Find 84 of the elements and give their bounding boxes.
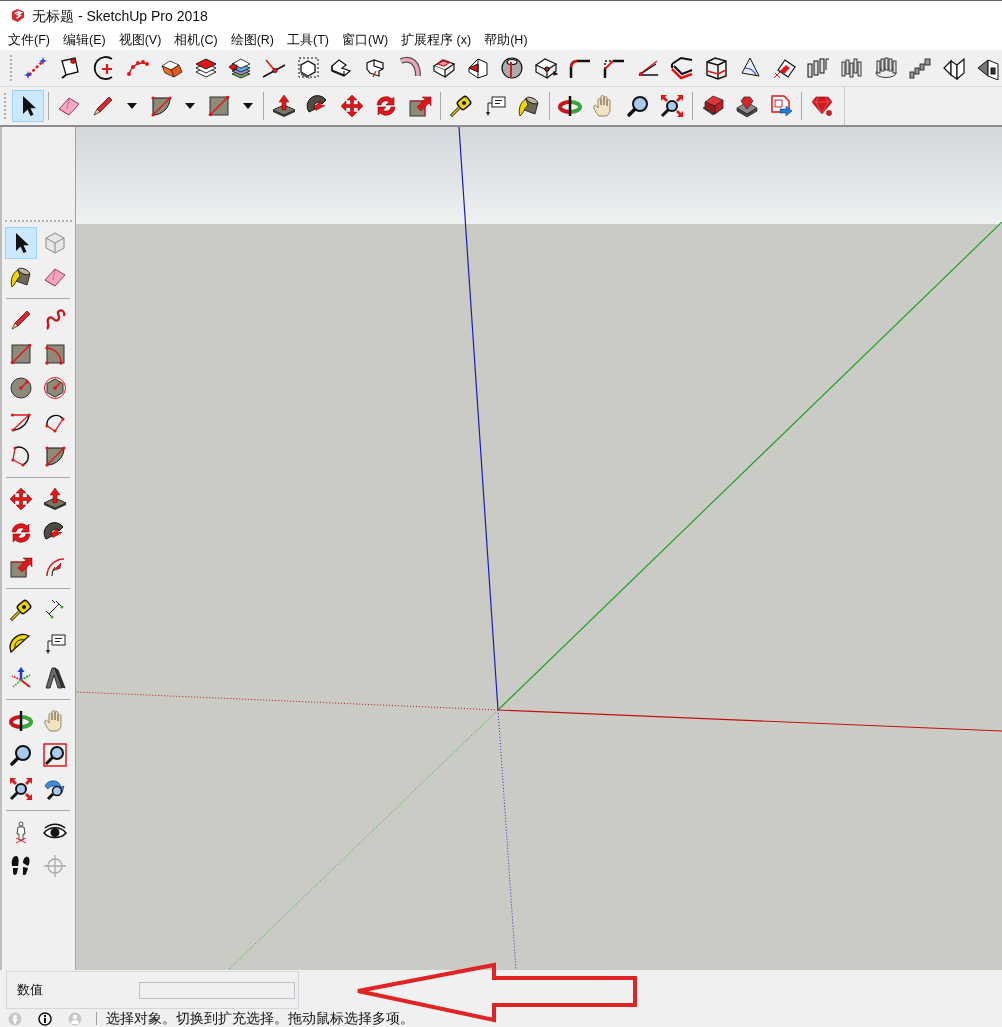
axes-icon	[9, 666, 33, 690]
paint-bucket-icon	[9, 265, 33, 289]
ring-pole-icon	[558, 94, 582, 118]
callout-box-icon	[483, 94, 507, 118]
tool-button[interactable]	[5, 227, 37, 259]
column-grid-icon	[840, 56, 864, 80]
pin-circle-icon	[8, 1011, 22, 1026]
paint-bucket-icon	[517, 94, 541, 118]
toolbar-grip[interactable]	[5, 220, 72, 223]
rotate-arrows-icon	[9, 521, 33, 545]
gem-on-base-icon	[735, 94, 759, 118]
menu-item[interactable]: 编辑(E)	[59, 31, 109, 49]
magnifier-frame-icon	[43, 743, 67, 767]
tape-measure-icon	[449, 94, 473, 118]
caret-down-icon	[185, 103, 195, 109]
extruded-prism-icon	[43, 666, 67, 690]
wedge-icon	[466, 56, 490, 80]
box-edge-icon	[976, 56, 1000, 80]
box-on-base-icon	[701, 94, 725, 118]
menu-item[interactable]: 相机(C)	[171, 31, 221, 49]
status-text: 选择对象。切换到扩充选择。拖动鼠标选择多项。	[106, 1010, 414, 1027]
pencil-icon	[91, 94, 115, 118]
sail-icon	[738, 56, 762, 80]
cube-dot-icon	[534, 56, 558, 80]
square-diagonal-arrow-icon	[9, 555, 33, 579]
menu-item[interactable]: 扩展程序 (x)	[398, 31, 475, 49]
menu-item[interactable]: 绘图(R)	[227, 31, 278, 49]
sphere-icon	[500, 56, 524, 80]
tilted-page-icon	[58, 56, 82, 80]
rectangle-icon	[207, 94, 231, 118]
toolbar-grip[interactable]	[10, 55, 13, 81]
magnifier-curved-arrow-icon	[43, 777, 67, 801]
measurements-field[interactable]	[139, 981, 295, 999]
circle-icon	[9, 376, 33, 400]
magnifier-icon	[9, 743, 33, 767]
column-ring-icon	[874, 56, 898, 80]
dashed-line-stars-icon	[24, 56, 48, 80]
arc-icon	[9, 410, 33, 434]
user-circle-icon	[68, 1011, 82, 1026]
colored-layers-icon	[228, 56, 252, 80]
tool-button[interactable]	[12, 90, 44, 122]
box-outline-icon	[432, 56, 456, 80]
rectangle-arc-icon	[43, 342, 67, 366]
caret-down-icon	[127, 103, 137, 109]
rotate-arrows-icon	[374, 94, 398, 118]
menu-item[interactable]: 帮助(H)	[481, 31, 531, 49]
pie-icon	[149, 94, 173, 118]
menu-item[interactable]: 工具(T)	[284, 31, 332, 49]
offset-edge-icon	[670, 56, 694, 80]
folded-sheet-icon	[942, 56, 966, 80]
callout-box-icon	[43, 632, 67, 656]
offset-arcs-icon	[43, 555, 67, 579]
slab-up-arrow-icon	[43, 487, 67, 511]
pie-icon	[43, 444, 67, 468]
caret-down-icon	[243, 103, 253, 109]
stair-blocks-icon	[908, 56, 932, 80]
four-arrows-icon	[9, 487, 33, 511]
four-arrows-icon	[340, 94, 364, 118]
gem-dot-icon	[810, 94, 834, 118]
window-title: 无标题 - SketchUp Pro 2018	[32, 6, 208, 25]
slab-up-arrow-icon	[272, 94, 296, 118]
rectangle-icon	[9, 342, 33, 366]
square-diagonal-arrow-icon	[408, 94, 432, 118]
crosshair-circle-icon	[43, 854, 67, 878]
polygon-icon	[43, 376, 67, 400]
layer-stack-icon	[194, 56, 218, 80]
cube-outline-icon	[43, 231, 67, 255]
measurements-label: 数值	[17, 982, 43, 998]
frame-box-icon	[704, 56, 728, 80]
menu-item[interactable]: 视图(V)	[115, 31, 165, 49]
menu-item[interactable]: 文件(F)	[5, 31, 53, 49]
magnifier-arrows-icon	[660, 94, 684, 118]
toolbar-grip[interactable]	[4, 93, 7, 119]
info-icon	[38, 1011, 52, 1026]
tape-measure-icon	[9, 598, 33, 622]
pencil-icon	[9, 308, 33, 332]
dashed-polygon-icon	[296, 56, 320, 80]
columns-icon	[806, 56, 830, 80]
ring-pole-icon	[9, 709, 33, 733]
document-arrow-icon	[769, 94, 793, 118]
magnifier-icon	[626, 94, 650, 118]
magnifier-arrows-icon	[9, 777, 33, 801]
app-logo-icon	[10, 8, 25, 23]
menu-item[interactable]: 窗口(W)	[339, 31, 392, 49]
